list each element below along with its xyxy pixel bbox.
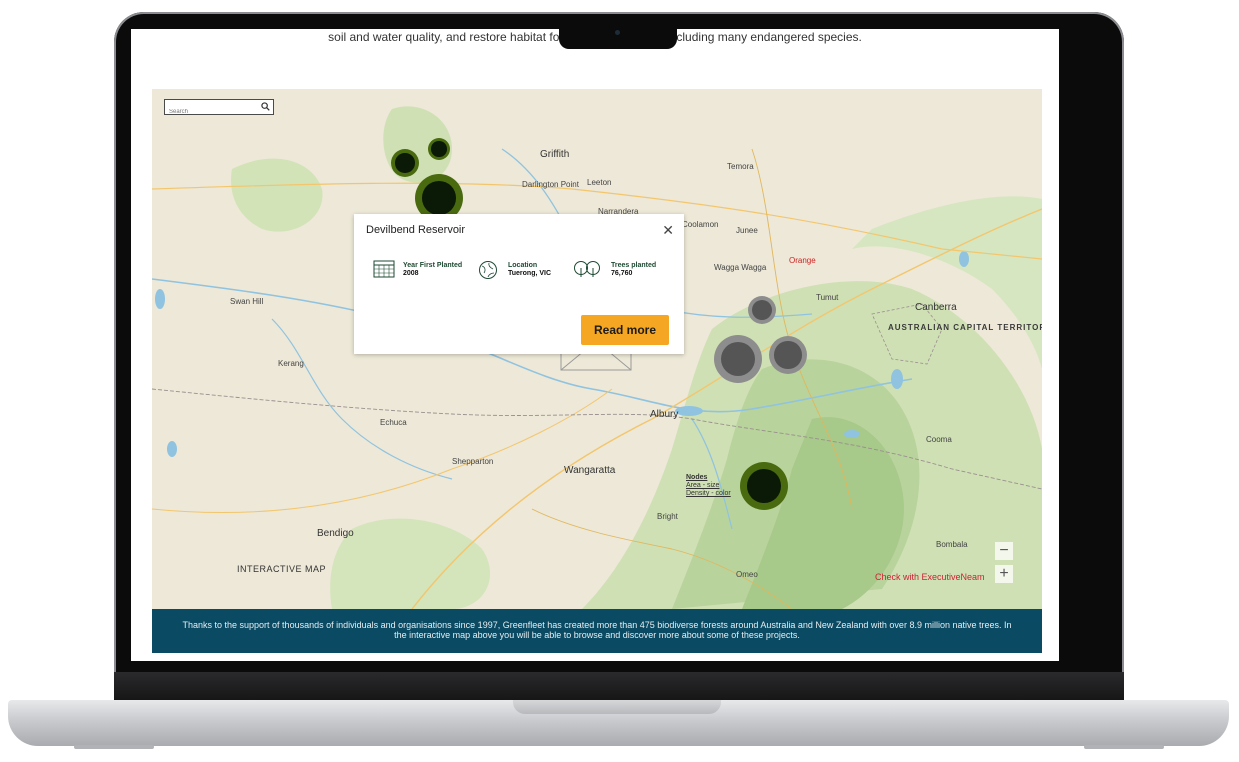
stat-value: 76,760 [611,270,633,277]
place-label: Tumut [816,293,839,302]
laptop-hinge [114,672,1124,702]
map-node[interactable] [714,335,762,383]
map-node[interactable] [769,336,807,374]
footer-band: Thanks to the support of thousands of in… [152,609,1042,653]
calendar-icon [373,260,395,278]
place-label: Albury [650,409,679,420]
legend-color: Density - color [686,490,731,497]
search-input[interactable] [165,106,255,118]
trees-icon [574,261,600,277]
stat-trees: Trees planted 76,760 [574,261,657,278]
place-label: Griffith [540,149,570,160]
laptop-foot-right [1084,745,1164,749]
legend-title: Nodes [686,474,708,481]
stat-value: 2008 [403,270,419,277]
stat-label: Year First Planted [403,262,463,269]
place-label: Coolamon [682,220,719,229]
place-label: Bombala [936,540,968,549]
place-label: Orange [789,256,816,265]
place-label: Wagga Wagga [714,263,767,272]
place-label: Kerang [278,359,304,368]
map-node[interactable] [748,296,776,324]
place-label: Temora [727,162,754,171]
popup-title: Devilbend Reservoir [366,224,466,236]
place-label: Cooma [926,435,952,444]
laptop-foot-left [74,745,154,749]
camera-notch [559,16,677,49]
stat-label: Location [508,262,538,269]
place-label: Echuca [380,418,407,427]
search-icon[interactable] [261,102,270,111]
stat-label: Trees planted [611,262,657,269]
place-label: Bendigo [317,528,354,539]
map-title: INTERACTIVE MAP [237,564,327,574]
stat-year: Year First Planted 2008 [373,260,463,278]
check-link[interactable]: Check with ExecutiveNeam [875,572,985,582]
place-label: AUSTRALIAN CAPITAL TERRITORY [888,323,1042,332]
camera-icon [615,30,620,35]
globe-icon [479,261,497,279]
place-label: Canberra [915,302,957,313]
place-label: Shepparton [452,457,494,466]
zoom-out-button[interactable]: − [995,542,1013,560]
map-node[interactable] [740,462,788,510]
map-node[interactable] [428,138,450,160]
place-label: Swan Hill [230,297,264,306]
stat-location: Location Tuerong, VIC [479,261,552,279]
place-label: Wangaratta [564,465,616,476]
laptop-screen: soil and water quality, and restore habi… [131,29,1059,661]
place-label: Darlington Point [522,180,579,189]
project-popup: Devilbend Reservoir ✕ Year First Planted… [354,214,684,354]
place-label: Leeton [587,178,612,187]
map-search-box[interactable] [164,99,274,118]
place-label: Omeo [736,570,758,579]
stat-value: Tuerong, VIC [508,270,552,277]
laptop-opening-lip [513,700,721,714]
footer-text: Thanks to the support of thousands of in… [182,620,1012,640]
map-legend: Nodes Area - size Density - color [686,474,731,498]
place-label: Junee [736,226,758,235]
read-more-button[interactable]: Read more [581,315,669,345]
legend-size: Area - size [686,482,720,489]
close-icon[interactable]: ✕ [662,222,674,239]
map-node[interactable] [391,149,419,177]
zoom-in-button[interactable]: + [995,565,1013,583]
place-label: Bright [657,512,678,521]
interactive-map[interactable]: Griffith Wagga Wagga Canberra AUSTRALIAN… [152,89,1042,609]
